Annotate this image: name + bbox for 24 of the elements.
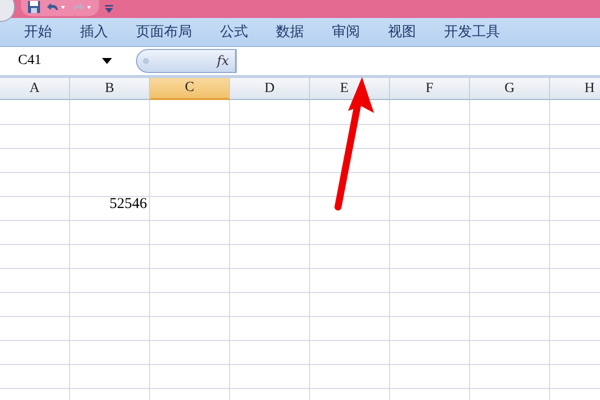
ribbon-tab[interactable]: 开发工具 (444, 23, 515, 41)
cell-reference: C41 (18, 53, 42, 69)
ribbon-tab[interactable]: 视图 (388, 23, 431, 41)
ribbon-tab[interactable]: 数据 (276, 23, 319, 41)
name-box[interactable]: C41 (0, 49, 120, 73)
column-header[interactable]: A (0, 78, 70, 100)
column-header[interactable]: D (230, 78, 310, 100)
column-header[interactable]: C (150, 78, 230, 100)
insert-function-button[interactable]: fx (136, 49, 236, 73)
undo-icon[interactable] (45, 1, 67, 13)
ribbon-tab[interactable]: 审阅 (332, 23, 375, 41)
ribbon-tab[interactable]: 页面布局 (136, 23, 207, 41)
dropdown-icon[interactable] (102, 58, 112, 64)
ribbon-tab[interactable]: 开始 (24, 23, 67, 41)
column-header[interactable]: F (390, 78, 470, 100)
customize-dropdown-icon[interactable] (105, 5, 113, 13)
ribbon-tab[interactable]: 插入 (80, 23, 123, 41)
office-button[interactable] (0, 0, 15, 22)
cell-value: 52546 (110, 196, 147, 213)
ribbon-tab[interactable]: 公式 (220, 23, 263, 41)
save-icon[interactable] (27, 0, 41, 14)
column-header[interactable]: B (70, 78, 150, 100)
column-header[interactable]: H (550, 78, 600, 100)
column-header[interactable]: G (470, 78, 550, 100)
